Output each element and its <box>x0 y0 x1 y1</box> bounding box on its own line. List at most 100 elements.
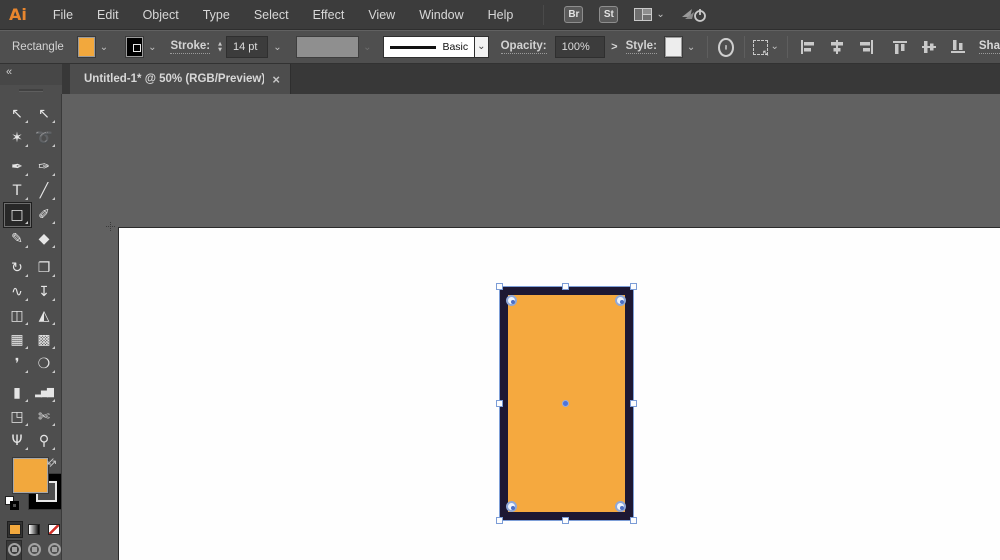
direct-selection-tool[interactable]: ↖ <box>31 102 58 126</box>
stroke-label[interactable]: Stroke: <box>170 40 210 54</box>
selection-handle-top-middle[interactable] <box>562 283 569 290</box>
width-tool[interactable]: ∿ <box>4 280 31 304</box>
toolbar-panel-grip[interactable] <box>0 85 62 94</box>
rectangle-tool[interactable]: □ <box>4 203 31 227</box>
type-tool[interactable]: T <box>4 179 31 203</box>
symbol-sprayer-tool[interactable]: ▮ <box>4 381 31 405</box>
line-segment-tool[interactable]: ╱ <box>31 179 58 203</box>
stock-button[interactable]: St <box>599 6 618 23</box>
align-bottom-icon[interactable] <box>951 40 967 54</box>
menu-edit[interactable]: Edit <box>85 0 131 29</box>
blend-tool[interactable]: ❍ <box>31 352 58 376</box>
menu-select[interactable]: Select <box>242 0 301 29</box>
selection-handle-bottom-right[interactable] <box>630 517 637 524</box>
menu-file[interactable]: File <box>41 0 85 29</box>
color-button[interactable] <box>7 521 23 538</box>
live-corner-widget-top-right[interactable] <box>615 295 626 306</box>
default-fill-stroke-icon[interactable] <box>5 496 21 512</box>
controlbar-separator <box>744 36 745 58</box>
draw-normal-button[interactable] <box>6 540 22 560</box>
brush-definition-dropdown[interactable]: Basic <box>383 36 475 58</box>
workspace-switcher[interactable]: ⌄ <box>634 8 664 21</box>
gradient-button[interactable] <box>26 521 42 538</box>
selection-handle-bottom-middle[interactable] <box>562 517 569 524</box>
document-tab[interactable]: Untitled-1* @ 50% (RGB/Preview) × <box>70 64 291 94</box>
stroke-weight-stepper[interactable]: ▲ ▼ <box>218 42 222 53</box>
recolor-artwork-icon[interactable] <box>718 38 734 57</box>
menu-object[interactable]: Object <box>131 0 191 29</box>
stroke-color-swatch[interactable] <box>126 37 143 57</box>
shape-center-point[interactable] <box>562 400 569 407</box>
align-top-icon[interactable] <box>893 40 909 54</box>
transform-icon[interactable] <box>753 40 767 55</box>
magic-wand-tool[interactable]: ✶ <box>4 126 31 150</box>
selection-tool[interactable]: ↖ <box>4 102 31 126</box>
opacity-next-arrow[interactable]: > <box>611 41 617 53</box>
align-left-icon[interactable] <box>800 40 816 54</box>
selection-handle-top-left[interactable] <box>496 283 503 290</box>
stepper-up-icon[interactable]: ▲ <box>218 42 222 47</box>
live-corner-widget-bottom-left[interactable] <box>506 501 517 512</box>
draw-inside-icon <box>48 543 61 556</box>
hand-tool[interactable]: Ψ <box>4 429 31 453</box>
menu-items: FileEditObjectTypeSelectEffectViewWindow… <box>41 0 526 29</box>
live-corner-widget-bottom-right[interactable] <box>615 501 626 512</box>
column-graph-tool[interactable]: ▂▅▇ <box>31 381 58 405</box>
document-tab-title: Untitled-1* @ 50% (RGB/Preview) <box>84 73 264 85</box>
pen-tool[interactable]: ✒ <box>4 155 31 179</box>
rotate-tool[interactable]: ↻ <box>4 256 31 280</box>
lasso-tool[interactable]: ➰ <box>31 126 58 150</box>
menu-window[interactable]: Window <box>407 0 475 29</box>
paintbrush-tool[interactable]: ✐ <box>31 203 58 227</box>
stepper-down-icon[interactable]: ▼ <box>218 48 222 53</box>
menu-type[interactable]: Type <box>191 0 242 29</box>
toolbar-collapse-button[interactable]: « <box>0 64 62 85</box>
live-corner-widget-top-left[interactable] <box>506 295 517 306</box>
draw-inside-button[interactable] <box>46 540 62 560</box>
scale-tool[interactable]: ❐ <box>31 256 58 280</box>
fill-color-swatch[interactable] <box>78 37 95 57</box>
none-button[interactable] <box>46 521 62 538</box>
style-swatch[interactable] <box>665 37 682 57</box>
selection-handle-bottom-left[interactable] <box>496 517 503 524</box>
puppet-warp-icon: ↧ <box>38 285 50 299</box>
eyedropper-tool[interactable]: ❜ <box>4 352 31 376</box>
fill-proxy-swatch[interactable] <box>13 458 48 493</box>
bridge-button[interactable]: Br <box>564 6 583 23</box>
opacity-field[interactable]: 100% <box>555 36 606 58</box>
selection-handle-middle-left[interactable] <box>496 400 503 407</box>
tab-close-icon[interactable]: × <box>272 72 280 87</box>
sync-settings-icon[interactable] <box>681 7 707 23</box>
mesh-tool[interactable]: ▦ <box>4 328 31 352</box>
menu-help[interactable]: Help <box>476 0 526 29</box>
fill-chevron-down-icon[interactable]: ⌄ <box>100 42 108 53</box>
style-chevron-down-icon[interactable]: ⌄ <box>687 42 695 53</box>
artboard-tool[interactable]: ◳ <box>4 405 31 429</box>
canvas[interactable] <box>62 94 1000 560</box>
selection-handle-top-right[interactable] <box>630 283 637 290</box>
stroke-weight-chevron-down-icon[interactable]: ⌄ <box>273 42 281 53</box>
align-vertical-center-icon[interactable] <box>922 40 938 54</box>
brush-chevron-button[interactable]: ⌄ <box>475 36 488 58</box>
stroke-weight-field[interactable]: 14 pt <box>226 36 268 58</box>
perspective-grid-tool[interactable]: ◭ <box>31 304 58 328</box>
stroke-chevron-down-icon[interactable]: ⌄ <box>148 42 156 53</box>
eraser-tool[interactable]: ◆ <box>31 227 58 251</box>
selection-handle-middle-right[interactable] <box>630 400 637 407</box>
transform-chevron-down-icon[interactable]: ⌄ <box>771 42 779 52</box>
opacity-label[interactable]: Opacity: <box>501 40 547 54</box>
menu-effect[interactable]: Effect <box>301 0 357 29</box>
shape-builder-tool[interactable]: ◫ <box>4 304 31 328</box>
curvature-tool[interactable]: ✑ <box>31 155 58 179</box>
gradient-tool[interactable]: ▩ <box>31 328 58 352</box>
slice-tool[interactable]: ✄ <box>31 405 58 429</box>
puppet-warp-tool[interactable]: ↧ <box>31 280 58 304</box>
style-label[interactable]: Style: <box>626 40 657 54</box>
zoom-tool[interactable]: ⚲ <box>31 429 58 453</box>
align-right-icon[interactable] <box>858 40 874 54</box>
shaper-pencil-tool[interactable]: ✎ <box>4 227 31 251</box>
shape-link[interactable]: Sha <box>979 40 1000 54</box>
align-horizontal-center-icon[interactable] <box>829 40 845 54</box>
menu-view[interactable]: View <box>356 0 407 29</box>
draw-behind-button[interactable] <box>26 540 42 560</box>
